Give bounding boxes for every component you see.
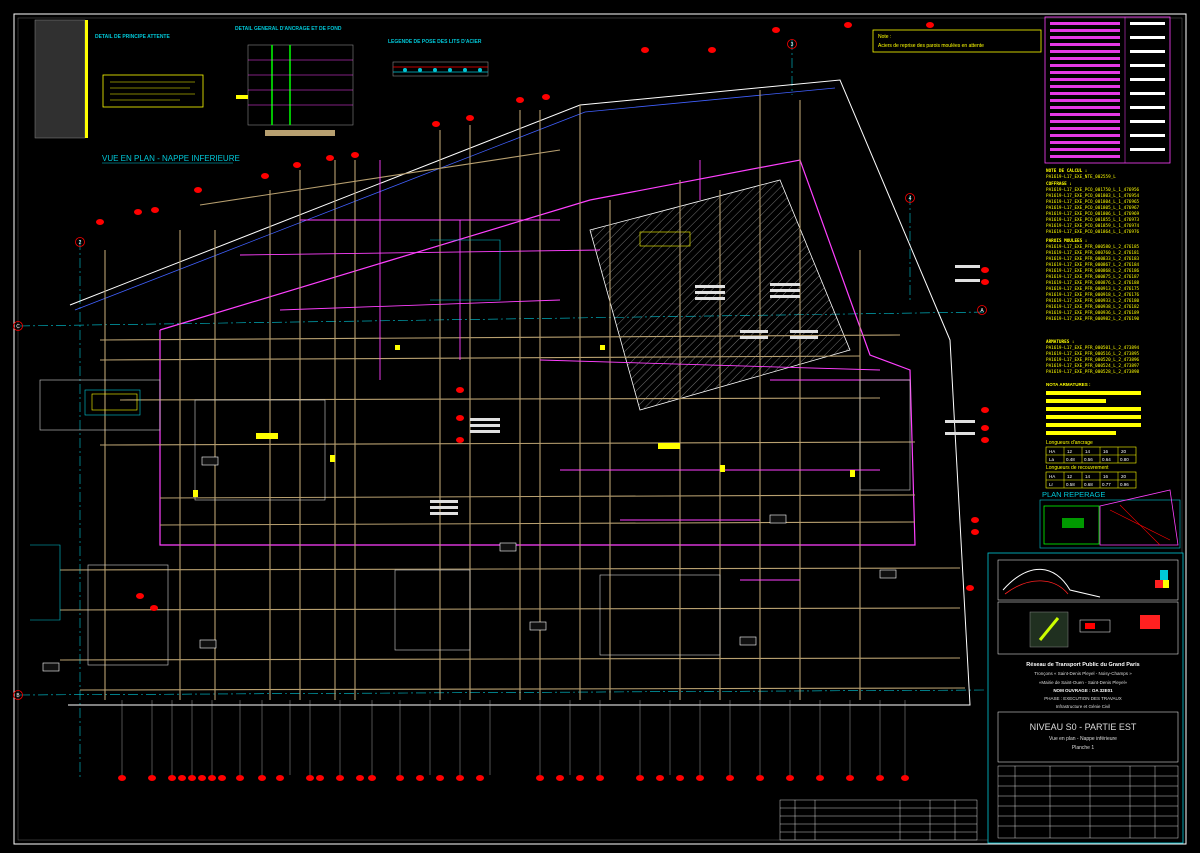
recouvrement-cell: 14 [1085, 474, 1091, 479]
sheet-subtitle: Vue en plan - Nappe inférieure [1049, 736, 1117, 742]
armatures-item: PA1619-L17_EXE_PFR_000516_L_2_473895 [1046, 351, 1140, 357]
discipline: Infrastructure et Génie Civil [1056, 704, 1111, 709]
parois-item: PA1619-L17_EXE_PFR_000876_L_2_476188 [1046, 280, 1140, 286]
bottom-callout-lines [121, 700, 906, 775]
coffrage-item: PA1619-L17_EXE_PCO_001859_L_1_476974 [1046, 223, 1140, 229]
ancrage-cell: 0.48 [1066, 457, 1075, 462]
coffrage-item: PA1619-L17_EXE_PCO_001804_L_1_476965 [1046, 199, 1140, 205]
armatures-item: PA1619-L17_EXE_PFR_000524_L_2_473897 [1046, 363, 1140, 369]
recouvrement-cell: 12 [1067, 474, 1073, 479]
recouvrement-cell: 16 [1103, 474, 1109, 479]
parois-title: PAROIS MOULEES : [1046, 238, 1087, 244]
client-name: Réseau de Transport Public du Grand Pari… [1026, 662, 1139, 668]
parois-item: PA1619-L17_EXE_PFR_000936_L_2_476189 [1046, 310, 1140, 316]
calc-ref: PA1619-L17_EXE_NTE_002559_L [1046, 174, 1116, 180]
bottom-callout-bubbles [118, 775, 909, 781]
parois-item: PA1619-L17_EXE_PFR_000868_L_2_476186 [1046, 268, 1140, 274]
coffrage-item: PA1619-L17_EXE_PCO_001805_L_1_476967 [1046, 205, 1140, 211]
axis-label-a: A [980, 308, 984, 314]
ancrage-cell: 0.80 [1120, 457, 1129, 462]
axis-label-3: 3 [791, 42, 794, 48]
ancrage-cell: 0.64 [1102, 457, 1111, 462]
ancrage-cell: 12 [1067, 449, 1073, 454]
detail-ancrage-title: DETAIL GENERAL D'ANCRAGE ET DE FOND [235, 26, 342, 32]
view-title: VUE EN PLAN - NAPPE INFERIEURE [102, 154, 240, 163]
coffrage-item: PA1619-L17_EXE_PCO_001750_L_1_476956 [1046, 187, 1140, 193]
rebar-horizontal [59, 149, 966, 691]
ancrage-cell: La [1049, 457, 1055, 462]
armatures-item: PA1619-L17_EXE_PFR_000528_L_2_473898 [1046, 369, 1140, 375]
axis-label-2: 2 [79, 240, 82, 246]
recouvrement-cell: 0.96 [1120, 482, 1129, 487]
parois-item: PA1619-L17_EXE_PFR_000580_L_2_476185 [1046, 244, 1140, 250]
detail-attente: DETAIL DE PRINCIPE ATTENTE [34, 19, 204, 139]
parois-item: PA1619-L17_EXE_PFR_000875_L_2_476187 [1046, 274, 1140, 280]
parois-item: PA1619-L17_EXE_PFR_000760_L_2_476181 [1046, 250, 1140, 256]
recouvrement-title: Longueurs de recouvrement [1046, 465, 1109, 471]
coffrage-title: COFFRAGE : [1046, 181, 1072, 187]
title-block: Réseau de Transport Public du Grand Pari… [987, 552, 1184, 844]
armatures-item: PA1619-L17_EXE_PFR_000520_L_2_473896 [1046, 357, 1140, 363]
ancrage-cell: 14 [1085, 449, 1091, 454]
parois-item: PA1619-L17_EXE_PFR_000833_L_2_476183 [1046, 256, 1140, 262]
planche: Planche 1 [1072, 745, 1094, 751]
parois-item: PA1619-L17_EXE_PFR_000982_L_2_476190 [1046, 316, 1140, 322]
recouvrement-cell: 0.77 [1102, 482, 1111, 487]
armatures-title: ARMATURES : [1046, 339, 1074, 345]
troncon: Tronçons « Saint-Denis Pleyel - Noisy-Ch… [1034, 671, 1132, 676]
ancrage-cell: HA [1049, 449, 1055, 454]
ouvrage: NOM OUVRAGE : OA 32E01 [1053, 688, 1113, 693]
armatures-note-title: NOTA ARMATURES : [1046, 382, 1091, 387]
note-box: Note : Aciers de reprise des parois moul… [872, 29, 1042, 53]
reference-list: NOTE DE CALCUL : PA1619-L17_EXE_NTE_0025… [1046, 168, 1140, 375]
armatures-note: NOTA ARMATURES : [1046, 382, 1141, 435]
note-label: Note : [878, 34, 891, 40]
sheet-title: NIVEAU S0 - PARTIE EST [1030, 722, 1137, 732]
armatures-item: PA1619-L17_EXE_PFR_000501_L_2_473894 [1046, 345, 1140, 351]
coffrage-item: PA1619-L17_EXE_PCO_001855_L_1_476973 [1046, 217, 1140, 223]
reperage-title: PLAN REPERAGE [1042, 490, 1105, 499]
recouvrement-cell: 20 [1121, 474, 1127, 479]
calc-title: NOTE DE CALCUL : [1046, 168, 1087, 174]
ancrage-table: Longueurs d'ancrage HA 12 14 16 20 La 0.… [1045, 440, 1137, 489]
plan-reperage: PLAN REPERAGE [1039, 489, 1181, 549]
detail-attente-title: DETAIL DE PRINCIPE ATTENTE [95, 34, 170, 40]
recouvrement-cell: 0.68 [1084, 482, 1093, 487]
coffrage-item: PA1619-L17_EXE_PCO_001864_L_1_476976 [1046, 229, 1140, 235]
recouvrement-cell: 0.58 [1066, 482, 1075, 487]
recouvrement-cell: Lr [1049, 482, 1054, 487]
parois-item: PA1619-L17_EXE_PFR_000913_L_2_476175 [1046, 286, 1140, 292]
rebar-magenta [239, 160, 910, 581]
drawing-sheet: DETAIL DE PRINCIPE ATTENTE DETAIL GENERA… [13, 13, 1187, 845]
parois-item: PA1619-L17_EXE_PFR_000867_L_2_476184 [1046, 262, 1140, 268]
axis-label-4: 4 [909, 196, 912, 202]
parois-item: PA1619-L17_EXE_PFR_000918_L_2_476176 [1046, 292, 1140, 298]
coffrage-item: PA1619-L17_EXE_PCO_001803_L_1_476954 [1046, 193, 1140, 199]
note-text: Aciers de reprise des parois moulées en … [878, 43, 984, 49]
ancrage-cell: 0.56 [1084, 457, 1093, 462]
revision-table [779, 799, 978, 841]
axis-label-b: B [16, 693, 20, 699]
phase: PHASE : EXECUTION DES TRAVAUX [1044, 696, 1122, 701]
ancrage-cell: 16 [1103, 449, 1109, 454]
ancrage-title: Longueurs d'ancrage [1046, 440, 1093, 446]
detail-legende-title: LEGENDE DE POSE DES LITS D'ACIER [388, 39, 482, 45]
legend-table [1044, 16, 1171, 164]
ancrage-cell: 20 [1121, 449, 1127, 454]
recouvrement-cell: HA [1049, 474, 1055, 479]
building-outline [68, 79, 971, 706]
station-name: «Mairie de Saint-Ouen - Saint-Denis Pley… [1039, 680, 1128, 685]
detail-legende-lits: LEGENDE DE POSE DES LITS D'ACIER [388, 39, 489, 77]
axis-label-c: C [16, 324, 20, 330]
parois-item: PA1619-L17_EXE_PFR_000938_L_2_476182 [1046, 304, 1140, 310]
parois-item: PA1619-L17_EXE_PFR_000933_L_2_476180 [1046, 298, 1140, 304]
detail-ancrage: DETAIL GENERAL D'ANCRAGE ET DE FOND [235, 26, 354, 136]
axis-lines [19, 40, 986, 780]
coffrage-item: PA1619-L17_EXE_PCO_001806_L_1_476969 [1046, 211, 1140, 217]
